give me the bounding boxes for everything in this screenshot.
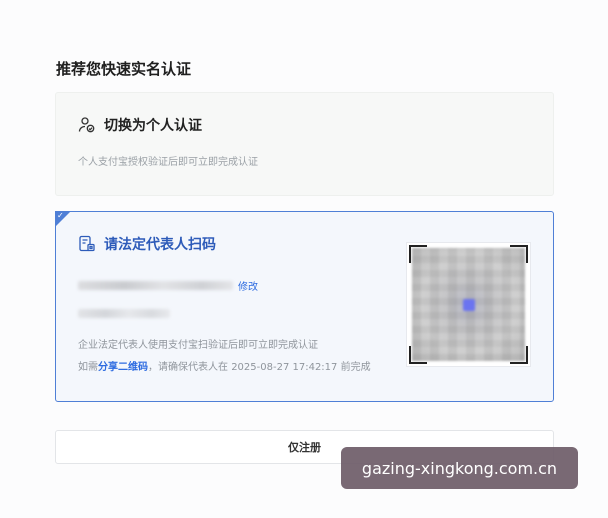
share-hint: 如需分享二维码，请确保代表人在 2025-08-27 17:42:17 前完成	[78, 358, 371, 373]
rep-name-blurred	[78, 309, 170, 318]
edit-link[interactable]: 修改	[238, 278, 258, 293]
check-icon: ✓	[57, 211, 64, 220]
share-qr-link[interactable]: 分享二维码	[98, 362, 148, 373]
hint-prefix: 如需	[78, 362, 98, 373]
person-verify-icon	[78, 116, 96, 134]
legal-card-description: 企业法定代表人使用支付宝扫验证后即可立即完成认证	[78, 340, 318, 351]
personal-card-header: 切换为个人认证	[78, 115, 202, 135]
deadline-time: 2025-08-27 17:42:17	[231, 362, 338, 373]
legal-card-title: 请法定代表人扫码	[104, 237, 216, 253]
qr-center-logo	[462, 298, 475, 311]
qr-corner-mark	[510, 245, 528, 263]
hint-suffix: 前完成	[340, 362, 371, 373]
legal-card-header: 请法定代表人扫码	[78, 234, 216, 254]
qr-code-image	[412, 248, 525, 361]
personal-card-title: 切换为个人认证	[104, 118, 202, 134]
legal-rep-card[interactable]: ✓ 请法定代表人扫码 修改 企业法定代表人使用支付宝扫验证后即可立即完成认证 如…	[55, 211, 554, 402]
personal-verify-card[interactable]: 切换为个人认证 个人支付宝授权验证后即可立即完成认证	[55, 92, 554, 196]
qr-corner-mark	[409, 346, 427, 364]
qr-document-icon	[78, 235, 96, 253]
page-title: 推荐您快速实名认证	[56, 60, 192, 78]
qr-corner-mark	[409, 245, 427, 263]
qr-corner-mark	[510, 346, 528, 364]
qr-code	[406, 242, 531, 367]
personal-card-description: 个人支付宝授权验证后即可立即完成认证	[78, 157, 258, 168]
company-name-blurred	[78, 281, 233, 290]
hint-middle: ，请确保代表人在	[148, 362, 228, 373]
watermark-overlay: gazing-xingkong.com.cn	[341, 447, 578, 489]
